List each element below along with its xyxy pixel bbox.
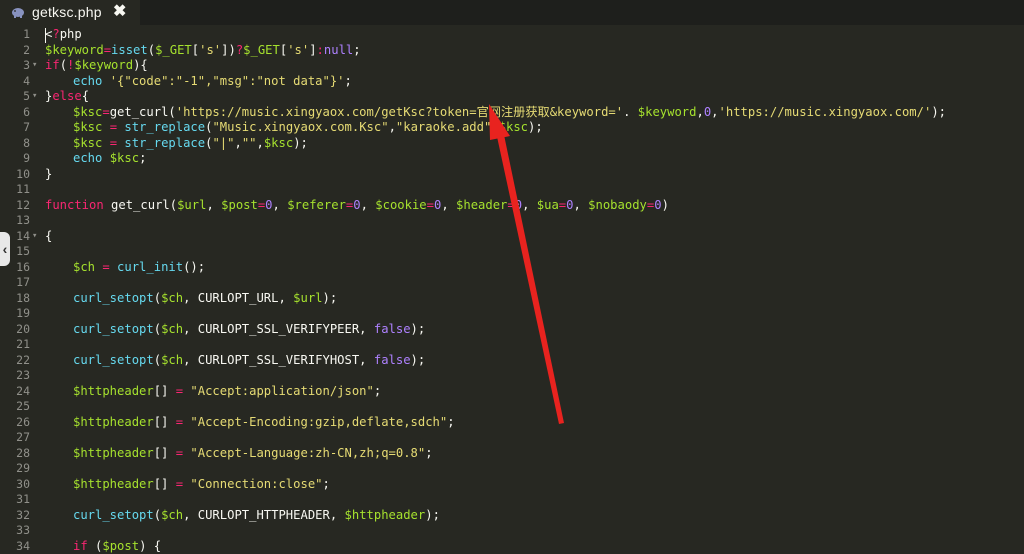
collapse-panel-button[interactable]: ‹: [0, 232, 10, 266]
code-line: function get_curl($url, $post=0, $refere…: [45, 197, 669, 212]
code-line: $httpheader[] = "Accept:application/json…: [73, 383, 382, 398]
code-line: curl_setopt($ch, CURLOPT_SSL_VERIFYPEER,…: [73, 321, 426, 336]
code-editor[interactable]: <?php $keyword=isset($_GET['s'])?$_GET['…: [0, 25, 1024, 553]
text-cursor: [45, 28, 46, 43]
php-elephant-icon: [12, 8, 24, 18]
code-line: $ksc=get_curl('https://music.xingyaox.co…: [73, 104, 946, 119]
code-line: <?php: [45, 27, 82, 41]
tab-bar: getksc.php ✖: [0, 0, 1024, 25]
code-line: }: [45, 166, 53, 181]
code-line: $httpheader[] = "Accept-Encoding:gzip,de…: [73, 414, 455, 429]
code-line: {: [45, 228, 53, 243]
code-line: $httpheader[] = "Connection:close";: [73, 476, 330, 491]
code-line: curl_setopt($ch, CURLOPT_URL, $url);: [73, 290, 338, 305]
code-line: $ksc = str_replace("Music.xingyaox.com.K…: [73, 120, 543, 134]
code-line: echo '{"code":"-1","msg":"not data"}';: [73, 73, 352, 88]
code-line: echo $ksc;: [73, 151, 147, 165]
close-icon[interactable]: ✖: [113, 1, 126, 21]
code-line: curl_setopt($ch, CURLOPT_SSL_VERIFYHOST,…: [73, 352, 426, 367]
tab-title: getksc.php: [32, 4, 102, 20]
code-line: if ($post) {: [73, 538, 162, 553]
code-line: curl_setopt($ch, CURLOPT_HTTPHEADER, $ht…: [73, 507, 440, 522]
code-line: $ksc = str_replace("|","",$ksc);: [73, 135, 308, 150]
code-line: $httpheader[] = "Accept-Language:zh-CN,z…: [73, 445, 433, 460]
code-line: if(!$keyword){: [45, 58, 148, 72]
code-line: }else{: [45, 89, 90, 103]
tab-getksc-php[interactable]: getksc.php ✖: [0, 0, 140, 25]
code-line: $keyword=isset($_GET['s'])?$_GET['s']:nu…: [45, 42, 361, 57]
code-line: $ch = curl_init();: [73, 259, 206, 274]
